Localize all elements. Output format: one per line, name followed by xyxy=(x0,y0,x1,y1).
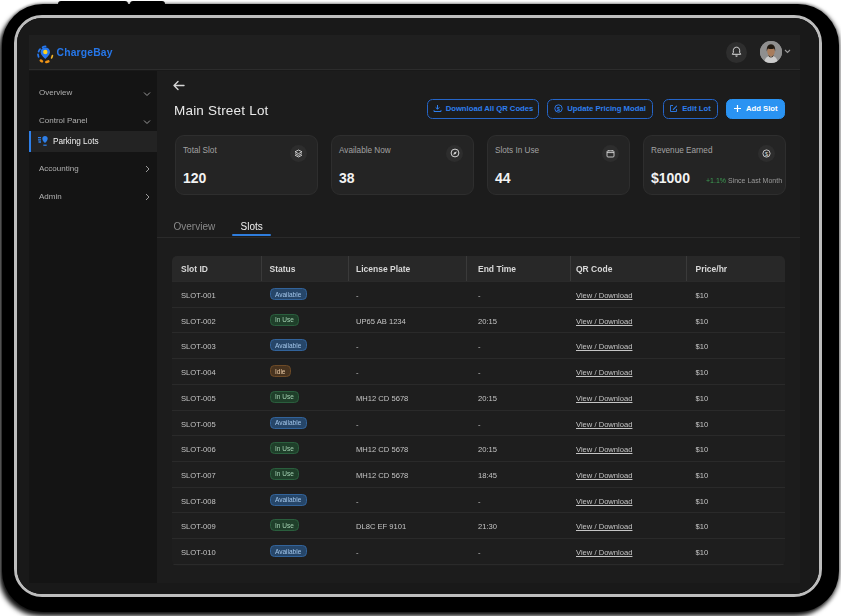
svg-text:$: $ xyxy=(557,106,561,112)
svg-text:$: $ xyxy=(765,150,769,156)
